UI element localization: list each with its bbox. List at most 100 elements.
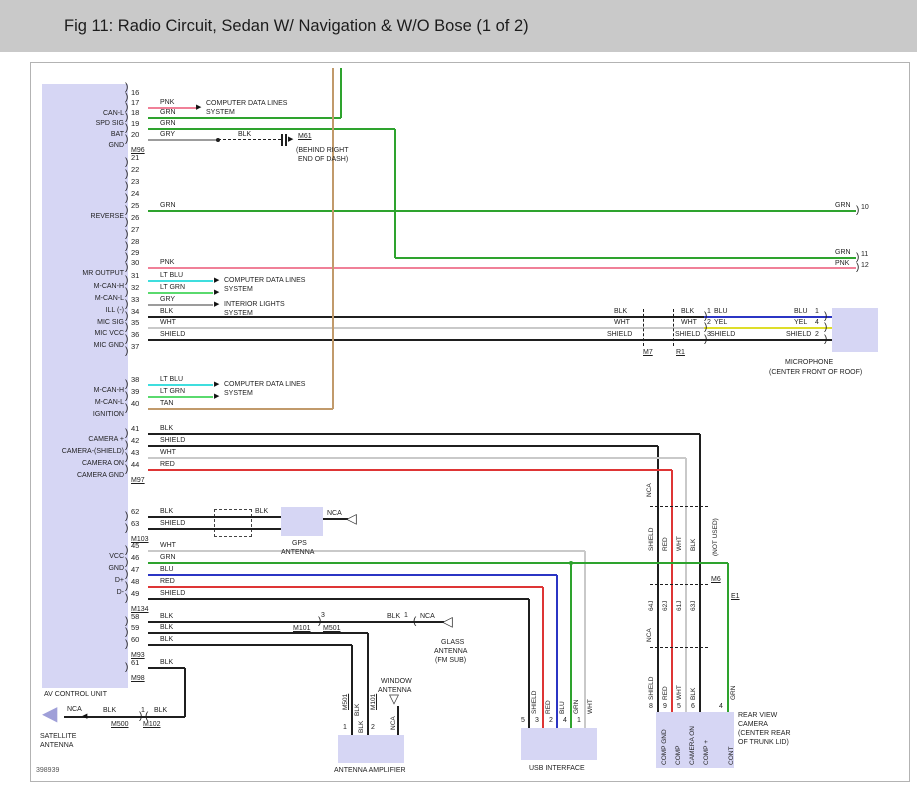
diagram-label: YEL [794, 319, 807, 327]
usb-interface-box [521, 728, 597, 760]
antenna-icon: ◀ [42, 704, 57, 725]
wire-color-label: SHIELD [160, 520, 185, 528]
diagram-vertical-label: GRN [573, 700, 581, 714]
pin-number: 32 [131, 284, 139, 293]
wire-color-label: BLK [160, 659, 173, 667]
diagram-label: M101 [293, 625, 311, 633]
diagram-label: NCA [327, 510, 342, 518]
signal-arrow-icon: ▶ [214, 277, 219, 285]
diagram-label: WHT [681, 319, 697, 327]
pin-socket-icon: ) [856, 205, 859, 216]
pin-socket-icon: ) [139, 711, 142, 722]
diagram-label: (BEHIND RIGHT [296, 147, 349, 155]
diagram-label: 10 [861, 204, 869, 212]
wire-segment [727, 563, 729, 712]
diagram-label: GLASS [441, 639, 464, 647]
diagram-label: COMPUTER DATA LINES [224, 277, 305, 285]
wire-color-label: SHIELD [160, 590, 185, 598]
pin-number: 41 [131, 425, 139, 434]
pin-socket-icon: ) [125, 639, 128, 650]
pin-function-label: MIC VCC [44, 330, 124, 338]
pin-socket-icon: ) [125, 112, 128, 123]
wire-segment [704, 316, 832, 318]
diagram-label: SYSTEM [224, 390, 253, 398]
wire-segment [650, 506, 708, 507]
diagram-label: 8 [649, 703, 653, 711]
pin-socket-icon: ) [125, 157, 128, 168]
wire-segment [148, 267, 856, 269]
pin-function-label: CAMERA + [44, 436, 124, 444]
connector-label: M98 [131, 675, 145, 683]
pin-socket-icon: ) [125, 181, 128, 192]
wire-segment [184, 668, 186, 717]
wire-color-label: GRN [160, 554, 176, 562]
signal-arrow-icon: ▶ [214, 393, 219, 401]
pin-socket-icon: ( [145, 711, 148, 722]
wire-color-label: LT GRN [160, 284, 185, 292]
diagram-label: 5 [677, 703, 681, 711]
diagram-vertical-label: COMP GND [661, 729, 669, 765]
diagram-label: YEL [714, 319, 727, 327]
diagram-vertical-label: BLK [690, 539, 698, 551]
pin-socket-icon: ) [125, 169, 128, 180]
wire-color-label: GRY [160, 296, 175, 304]
wire-color-label: LT GRN [160, 388, 185, 396]
wire-segment [148, 384, 213, 386]
wire-segment [148, 128, 395, 130]
wire-segment [148, 292, 213, 294]
diagram-label: END OF DASH) [298, 156, 348, 164]
diagram-label: 5 [521, 717, 525, 725]
antenna-icon: ▽ [389, 692, 399, 706]
diagram-label: CAMERA [738, 721, 768, 729]
pin-function-label: MIC SIG [44, 319, 124, 327]
diagram-label: BLU [714, 308, 728, 316]
pin-number: 42 [131, 437, 139, 446]
pin-socket-icon: ) [125, 428, 128, 439]
wire-color-label: GRN [160, 109, 176, 117]
diagram-vertical-label: SHIELD [531, 691, 539, 714]
pin-function-label: CAN-L [44, 110, 124, 118]
pin-number: 44 [131, 461, 139, 470]
diagram-label: E1 [731, 593, 740, 601]
diagram-label: BLK [103, 707, 116, 715]
pin-function-label: BAT [44, 131, 124, 139]
pin-socket-icon: ) [824, 322, 827, 333]
wire-segment [148, 598, 529, 600]
diagram-vertical-label: CONT [728, 747, 736, 765]
pin-socket-icon: ) [125, 523, 128, 534]
diagram-label: GRN [835, 202, 851, 210]
diagram-label: 4 [815, 319, 819, 327]
diagram-label: AV CONTROL UNIT [44, 691, 107, 699]
signal-arrow-icon: ▶ [214, 289, 219, 297]
wire-segment [394, 129, 396, 258]
pin-number: 48 [131, 578, 139, 587]
diagram-label: 1 [815, 308, 819, 316]
pin-socket-icon: ) [824, 334, 827, 345]
wire-segment [148, 408, 333, 410]
diagram-label: SYSTEM [224, 310, 253, 318]
pin-number: 45 [131, 542, 139, 551]
diagram-label: 3 [321, 612, 325, 620]
ground-icon: ▶ [288, 136, 293, 144]
diagram-vertical-label: NCA [646, 483, 654, 497]
antenna-icon: ◁ [442, 614, 453, 629]
pin-socket-icon: ) [125, 616, 128, 627]
pin-number: 46 [131, 554, 139, 563]
av-control-unit-box [42, 84, 128, 688]
wire-segment [650, 647, 708, 648]
wire-segment [148, 621, 444, 623]
wire-segment [323, 518, 348, 520]
inline-connector-box [214, 509, 252, 537]
pin-socket-icon: ) [125, 311, 128, 322]
diagram-label: SHIELD [710, 331, 735, 339]
wire-color-label: BLU [160, 566, 174, 574]
diagram-vertical-label: 64J [648, 601, 656, 611]
pin-socket-icon: ) [704, 322, 707, 333]
wire-segment [281, 134, 283, 146]
wire-color-label: PNK [160, 99, 174, 107]
pin-number: 21 [131, 154, 139, 163]
wire-color-label: BLK [160, 624, 173, 632]
signal-arrow-icon: ▶ [214, 301, 219, 309]
wire-segment [148, 339, 832, 341]
diagram-label: 4 [719, 703, 723, 711]
